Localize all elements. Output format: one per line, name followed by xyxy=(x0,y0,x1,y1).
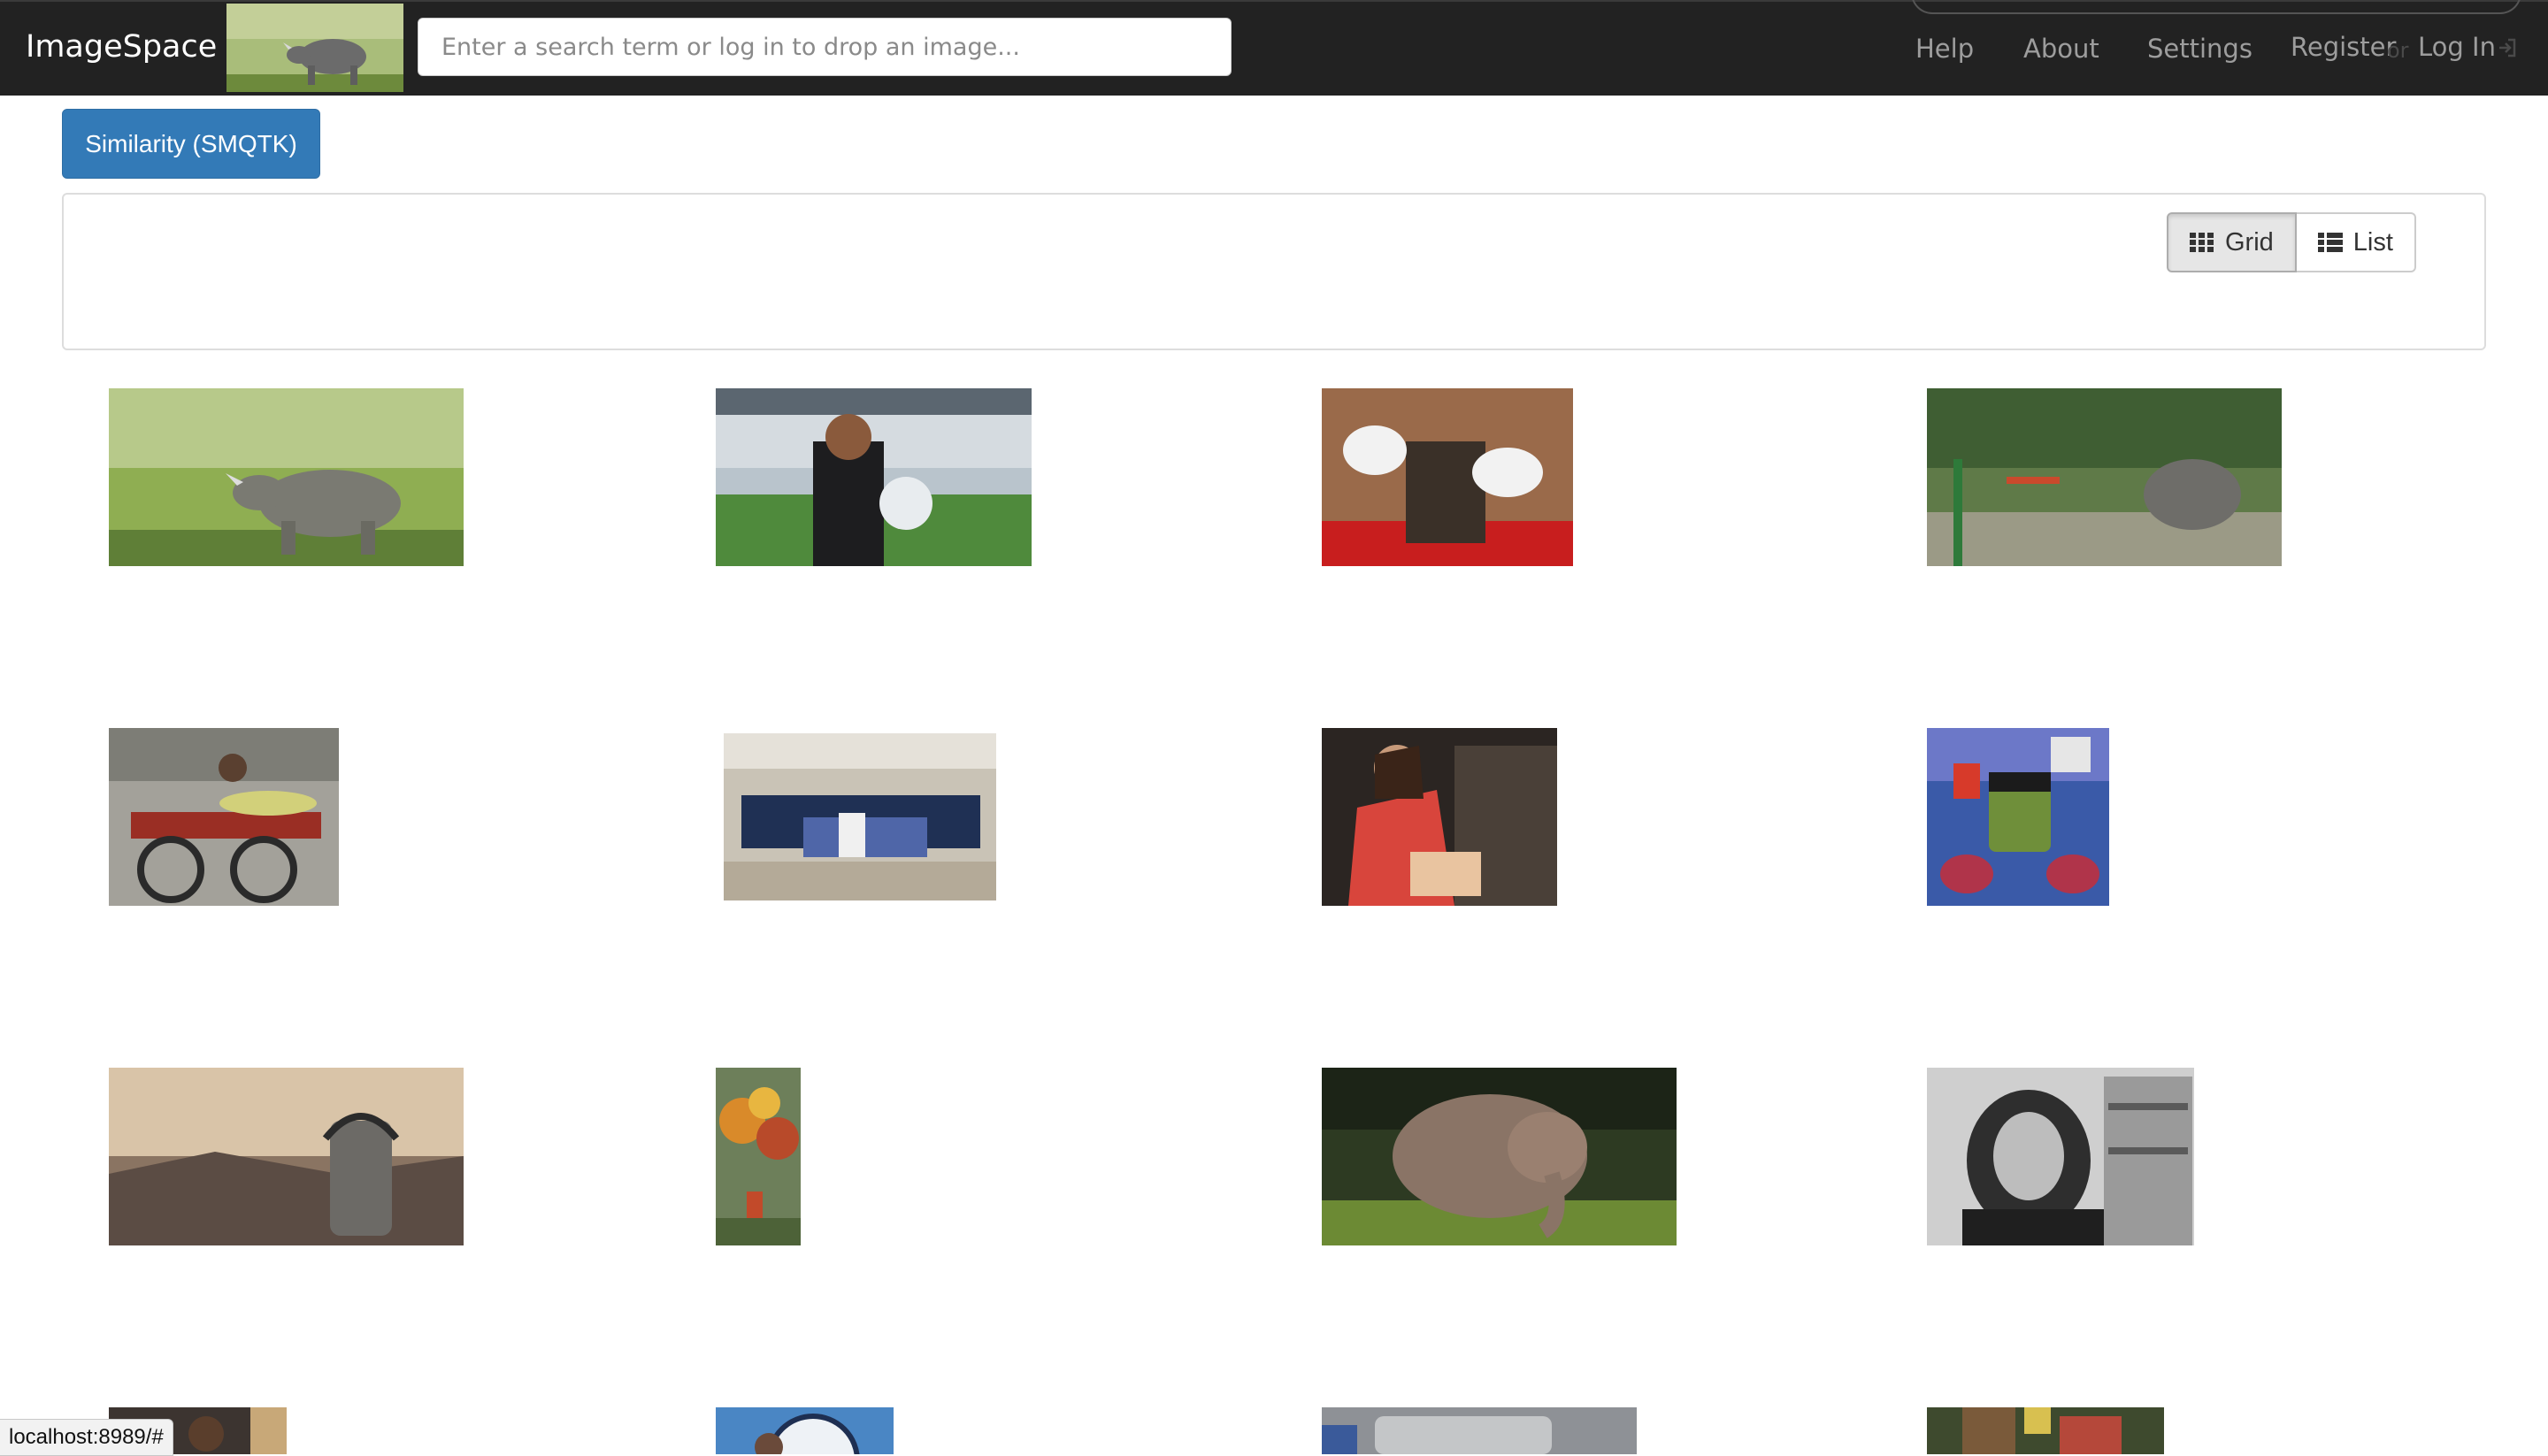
search-input[interactable] xyxy=(418,18,1232,76)
result-image-club-crest[interactable] xyxy=(716,1407,894,1454)
list-view-button[interactable]: List xyxy=(2296,212,2416,272)
nav-login-link[interactable]: Log In xyxy=(2418,25,2496,69)
gloves-image xyxy=(1322,388,1573,566)
nav-or-separator: or xyxy=(2387,38,2409,63)
grid-view-button[interactable]: Grid xyxy=(2167,212,2297,272)
grid-icon xyxy=(2190,233,2214,252)
login-icon[interactable] xyxy=(2497,37,2518,58)
autumn-illustration-image xyxy=(716,1068,801,1245)
result-image-moai[interactable] xyxy=(109,1068,464,1245)
nav-register-link[interactable]: Register xyxy=(2291,25,2396,69)
browser-status-url: localhost:8989/# xyxy=(0,1419,173,1456)
elephant-park-image xyxy=(1927,388,2282,566)
result-image-soccer[interactable] xyxy=(716,388,1032,566)
club-crest-image xyxy=(716,1407,894,1454)
grey-object-image xyxy=(1322,1407,1637,1454)
result-image-red-sari[interactable] xyxy=(1322,728,1557,906)
bw-portrait-image xyxy=(1927,1068,2194,1245)
soccer-image xyxy=(716,388,1032,566)
result-image-baby-elephant[interactable] xyxy=(1322,1068,1677,1245)
red-sari-image xyxy=(1322,728,1557,906)
result-image-food-cart[interactable] xyxy=(109,728,339,906)
result-image-monster-art[interactable] xyxy=(1927,728,2109,906)
food-cart-image xyxy=(109,728,339,906)
result-image-grey-object[interactable] xyxy=(1322,1407,1637,1454)
list-view-label: List xyxy=(2352,227,2393,257)
grid-view-label: Grid xyxy=(2225,227,2274,257)
baby-elephant-image xyxy=(1322,1068,1677,1245)
result-image-gloves[interactable] xyxy=(1322,388,1573,566)
brand-image xyxy=(226,4,403,92)
result-image-rhino[interactable] xyxy=(109,388,464,566)
monster-art-image xyxy=(1927,728,2109,906)
rhino-image xyxy=(109,388,464,566)
results-toolbar-panel xyxy=(62,193,2486,350)
result-image-team-photo[interactable] xyxy=(724,733,996,900)
list-icon xyxy=(2317,233,2343,252)
colorful-scene-image xyxy=(1927,1407,2164,1454)
nav-help-link[interactable]: Help xyxy=(1915,27,1974,71)
view-toggle-group: Grid List xyxy=(2167,212,2416,272)
result-image-colorful-scene[interactable] xyxy=(1927,1407,2164,1454)
navbar-decoration xyxy=(1911,0,2521,14)
nav-about-link[interactable]: About xyxy=(2023,27,2099,71)
app-brand[interactable]: ImageSpace xyxy=(26,25,217,69)
nav-settings-link[interactable]: Settings xyxy=(2147,27,2253,71)
moai-image xyxy=(109,1068,464,1245)
result-image-autumn-illustration[interactable] xyxy=(716,1068,801,1245)
result-image-bw-portrait[interactable] xyxy=(1927,1068,2194,1245)
team-photo-image xyxy=(724,733,996,900)
similarity-smqtk-tab[interactable]: Similarity (SMQTK) xyxy=(62,109,320,179)
result-image-elephant-park[interactable] xyxy=(1927,388,2282,566)
navbar: ImageSpace Help About Settings Register … xyxy=(0,0,2548,96)
